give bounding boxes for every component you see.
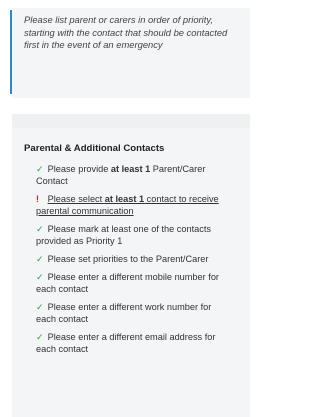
section-divider bbox=[12, 114, 250, 128]
check-icon: ✓ bbox=[36, 332, 44, 342]
check-icon: ✓ bbox=[36, 164, 44, 174]
check-icon: ✓ bbox=[36, 302, 44, 312]
check-icon: ✓ bbox=[36, 254, 44, 264]
check-icon: ✓ bbox=[36, 272, 44, 282]
validation-item: ✓ Please enter a different mobile number… bbox=[36, 272, 219, 294]
validation-item: ✓ Please enter a different work number f… bbox=[36, 302, 212, 324]
exclamation-icon: ! bbox=[36, 194, 39, 204]
info-accent-bar bbox=[10, 10, 12, 94]
validation-item: ✓ Please mark at least one of the contac… bbox=[36, 224, 211, 246]
validation-item-error[interactable]: ! Please select at least 1 contact to re… bbox=[36, 193, 226, 217]
check-icon: ✓ bbox=[36, 224, 44, 234]
validation-item: ✓ Please set priorities to the Parent/Ca… bbox=[36, 254, 209, 264]
panel-title: Parental & Additional Contacts bbox=[24, 143, 165, 154]
validation-list: ✓ Please provide at least 1 Parent/Carer… bbox=[36, 163, 226, 361]
validation-item: ✓ Please provide at least 1 Parent/Carer… bbox=[36, 164, 206, 186]
info-text: Please list parent or carers in order of… bbox=[24, 14, 228, 50]
validation-item: ✓ Please enter a different email address… bbox=[36, 332, 216, 354]
